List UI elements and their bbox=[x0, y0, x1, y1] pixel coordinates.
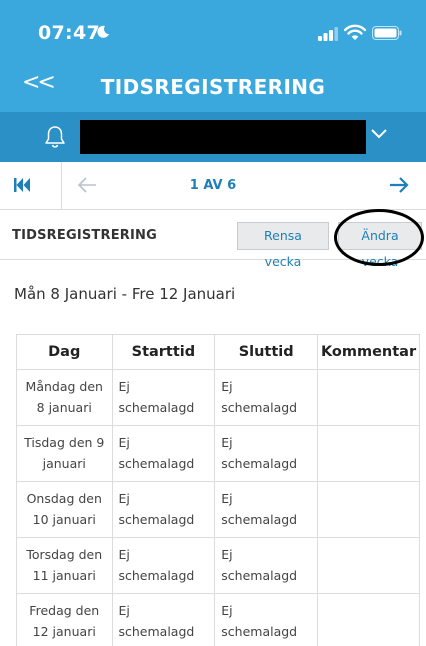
status-bar: 07:47 bbox=[0, 0, 426, 62]
comment-cell[interactable] bbox=[317, 593, 420, 646]
day-cell: Fredag den 12 januari bbox=[16, 593, 113, 646]
child-select[interactable] bbox=[80, 120, 366, 154]
schedule-table: Dag Starttid Sluttid Kommentar Måndag de… bbox=[16, 334, 420, 646]
signal-icon bbox=[318, 27, 338, 41]
day-cell: Torsdag den 11 januari bbox=[16, 537, 113, 594]
column-header-end: Sluttid bbox=[214, 334, 319, 370]
arrow-right-icon[interactable] bbox=[388, 175, 410, 195]
clear-week-button[interactable]: Rensa vecka bbox=[237, 222, 329, 269]
table-row: Onsdag den 10 januari Ej schemalagd Ej s… bbox=[16, 481, 420, 538]
end-time-cell[interactable]: Ej schemalagd bbox=[214, 537, 319, 594]
battery-icon bbox=[372, 26, 402, 40]
table-row: Tisdag den 9 januari Ej schemalagd Ej sc… bbox=[16, 425, 420, 482]
table-row: Torsdag den 11 januari Ej schemalagd Ej … bbox=[16, 537, 420, 594]
day-cell: Onsdag den 10 januari bbox=[16, 481, 113, 538]
column-header-comment: Kommentar bbox=[317, 334, 420, 370]
section-header: TIDSREGISTRERING Rensa vecka Ändra vecka bbox=[0, 210, 426, 269]
start-time-cell[interactable]: Ej schemalagd bbox=[111, 537, 216, 594]
table-row: Fredag den 12 januari Ej schemalagd Ej s… bbox=[16, 593, 420, 646]
bell-icon[interactable] bbox=[44, 125, 66, 149]
child-selector-bar bbox=[0, 112, 426, 162]
comment-cell[interactable] bbox=[317, 425, 420, 482]
week-pager: 1 AV 6 bbox=[0, 162, 426, 210]
change-week-button[interactable]: Ändra vecka bbox=[338, 222, 422, 269]
end-time-cell[interactable]: Ej schemalagd bbox=[214, 481, 319, 538]
comment-cell[interactable] bbox=[317, 481, 420, 538]
table-row: Måndag den 8 januari Ej schemalagd Ej sc… bbox=[16, 369, 420, 426]
moon-icon bbox=[97, 25, 109, 38]
day-cell: Tisdag den 9 januari bbox=[16, 425, 113, 482]
page-title: TIDSREGISTRERING bbox=[100, 75, 326, 99]
start-time-cell[interactable]: Ej schemalagd bbox=[111, 369, 216, 426]
end-time-cell[interactable]: Ej schemalagd bbox=[214, 369, 319, 426]
status-time: 07:47 bbox=[38, 22, 100, 44]
app-header: << TIDSREGISTRERING bbox=[0, 62, 426, 112]
column-header-day: Dag bbox=[16, 334, 113, 370]
start-time-cell[interactable]: Ej schemalagd bbox=[111, 481, 216, 538]
table-header-row: Dag Starttid Sluttid Kommentar bbox=[16, 334, 420, 370]
comment-cell[interactable] bbox=[317, 537, 420, 594]
end-time-cell[interactable]: Ej schemalagd bbox=[214, 593, 319, 646]
end-time-cell[interactable]: Ej schemalagd bbox=[214, 425, 319, 482]
wifi-icon bbox=[344, 24, 366, 40]
start-time-cell[interactable]: Ej schemalagd bbox=[111, 425, 216, 482]
day-cell: Måndag den 8 januari bbox=[16, 369, 113, 426]
section-title: TIDSREGISTRERING bbox=[12, 228, 157, 243]
start-time-cell[interactable]: Ej schemalagd bbox=[111, 593, 216, 646]
comment-cell[interactable] bbox=[317, 369, 420, 426]
chevron-down-icon[interactable] bbox=[370, 128, 388, 140]
column-header-start: Starttid bbox=[111, 334, 216, 370]
week-date-range: Mån 8 Januari - Fre 12 Januari bbox=[14, 285, 236, 303]
page-indicator: 1 AV 6 bbox=[189, 178, 237, 193]
